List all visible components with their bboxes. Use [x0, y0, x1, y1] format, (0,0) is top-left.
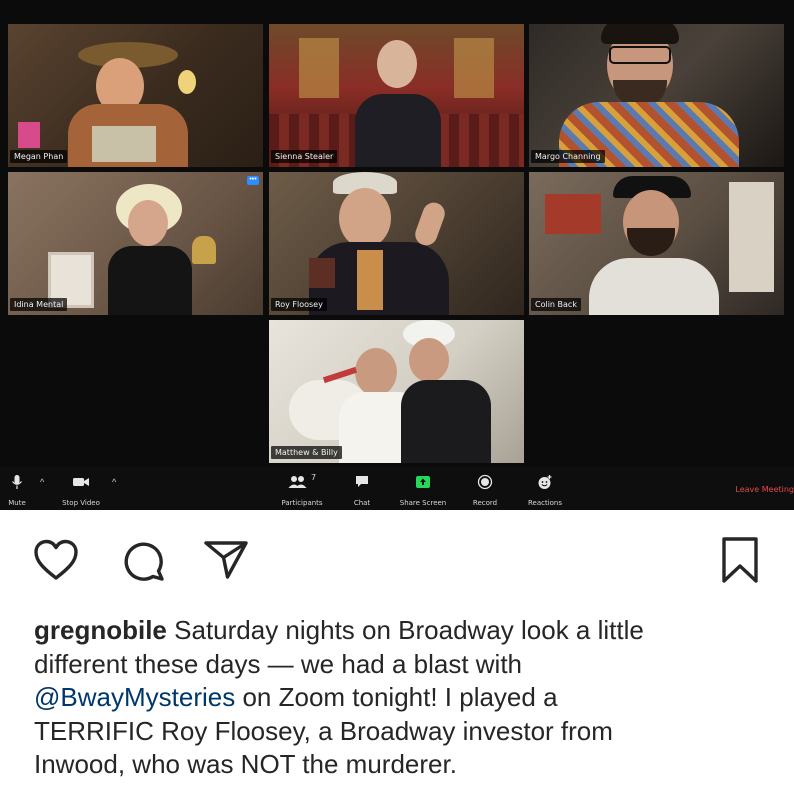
record-icon: [466, 473, 504, 491]
video-camera-icon: [56, 473, 106, 491]
video-options-caret-icon[interactable]: ^: [112, 477, 116, 487]
participant-name: Margo Channing: [531, 150, 605, 163]
post-actions-bar: [0, 520, 794, 600]
share-screen-button[interactable]: Share Screen: [392, 473, 454, 507]
mute-label: Mute: [8, 499, 26, 507]
stop-video-label: Stop Video: [62, 499, 100, 507]
video-tile-idina-mental[interactable]: Idina Mental •••: [8, 172, 263, 315]
stop-video-button[interactable]: Stop Video: [56, 473, 106, 507]
participants-icon: 7: [276, 473, 328, 491]
chat-button[interactable]: Chat: [346, 473, 378, 507]
comment-button[interactable]: [116, 532, 172, 588]
chat-icon: [346, 473, 378, 491]
reactions-button[interactable]: Reactions: [520, 473, 570, 507]
video-tile-megan-phan[interactable]: Megan Phan: [8, 24, 263, 167]
participant-name: Roy Floosey: [271, 298, 327, 311]
caption-text: Saturday nights on Broadway look a littl…: [174, 615, 644, 645]
heart-icon: [34, 539, 78, 580]
chat-label: Chat: [353, 499, 371, 507]
video-tile-margo-channing[interactable]: Margo Channing: [529, 24, 784, 167]
zoom-toolbar: Mute ^ Stop Video ^ 7 Participants Chat …: [0, 467, 794, 510]
video-tile-roy-floosey[interactable]: Roy Floosey: [269, 172, 524, 315]
post-caption: gregnobile Saturday nights on Broadway l…: [34, 614, 774, 782]
share-screen-icon: [392, 473, 454, 491]
mute-options-caret-icon[interactable]: ^: [40, 477, 44, 487]
participants-button[interactable]: 7 Participants: [276, 473, 328, 507]
participants-label: Participants: [281, 499, 323, 507]
participants-count: 7: [310, 473, 317, 482]
caption-line-2: different these days — we had a blast wi…: [34, 648, 523, 679]
comment-icon: [124, 542, 164, 581]
participant-name: Sienna Stealer: [271, 150, 338, 163]
record-label: Record: [472, 499, 498, 507]
caption-line-5: Inwood, who was NOT the murderer.: [34, 749, 457, 779]
share-screen-label: Share Screen: [399, 499, 447, 507]
like-button[interactable]: [28, 532, 84, 588]
video-tile-matthew-billy[interactable]: Matthew & Billy: [269, 320, 524, 463]
save-button[interactable]: [712, 532, 768, 588]
reactions-icon: [520, 473, 570, 491]
screenshot: Megan Phan Sienna Stealer Margo Channing: [0, 0, 794, 794]
video-tile-colin-back[interactable]: Colin Back: [529, 172, 784, 315]
caption-line-3: @BwayMysteries on Zoom tonight! I played…: [34, 681, 774, 715]
reactions-label: Reactions: [527, 499, 563, 507]
post-username[interactable]: gregnobile: [34, 615, 167, 645]
zoom-gallery: Megan Phan Sienna Stealer Margo Channing: [0, 0, 794, 510]
participant-name: Colin Back: [531, 298, 581, 311]
video-tile-sienna-stealer[interactable]: Sienna Stealer: [269, 24, 524, 167]
record-button[interactable]: Record: [466, 473, 504, 507]
caption-text: on Zoom tonight! I played a: [242, 682, 558, 712]
caption-line-1: gregnobile Saturday nights on Broadway l…: [34, 614, 774, 648]
share-button[interactable]: [198, 532, 254, 588]
share-icon: [204, 541, 248, 579]
mention-link[interactable]: @BwayMysteries: [34, 682, 235, 712]
microphone-icon: [0, 473, 34, 491]
leave-meeting-button[interactable]: Leave Meeting: [735, 485, 794, 494]
caption-line-4: TERRIFIC Roy Floosey, a Broadway investo…: [34, 715, 613, 746]
bookmark-icon: [722, 537, 758, 583]
participant-name: Idina Mental: [10, 298, 68, 311]
mute-button[interactable]: Mute: [0, 473, 34, 507]
participant-name: Matthew & Billy: [271, 446, 342, 459]
more-options-icon[interactable]: •••: [247, 176, 259, 185]
participant-name: Megan Phan: [10, 150, 68, 163]
